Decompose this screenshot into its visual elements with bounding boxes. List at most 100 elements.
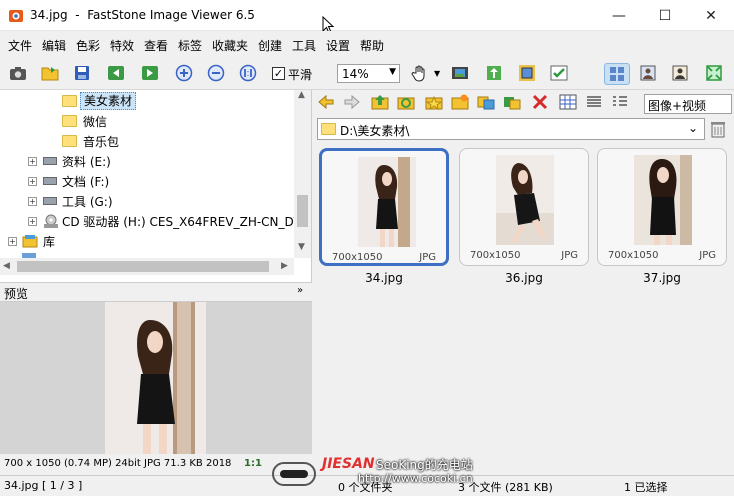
- folder-icon: [321, 123, 336, 135]
- camera-button[interactable]: [8, 63, 30, 85]
- thumbnail-format: JPG: [699, 250, 716, 261]
- folder-icon: [62, 95, 77, 107]
- filter-value: 图像+视频: [648, 99, 707, 113]
- menu-file[interactable]: 文件: [8, 37, 32, 54]
- delete-button[interactable]: [531, 94, 551, 112]
- scroll-thumb[interactable]: [17, 261, 269, 272]
- scroll-left-icon[interactable]: ◀: [3, 261, 10, 271]
- file-type-filter[interactable]: 图像+视频: [644, 94, 732, 114]
- preview-mode-button[interactable]: [638, 63, 660, 85]
- smooth-checkbox[interactable]: ✓: [272, 67, 285, 80]
- expand-icon[interactable]: +: [28, 157, 37, 166]
- expand-icon[interactable]: +: [8, 237, 17, 246]
- window-title: 34.jpg - FastStone Image Viewer 6.5: [30, 8, 255, 22]
- menu-color[interactable]: 色彩: [76, 37, 100, 54]
- zoom-value: 14%: [342, 67, 369, 81]
- scroll-up-icon[interactable]: ▲: [298, 90, 305, 100]
- tree-item-meinv[interactable]: 美女素材: [0, 91, 294, 111]
- menu-tags[interactable]: 标签: [178, 37, 202, 54]
- thumbnail-37[interactable]: 700x1050 JPG: [597, 148, 727, 266]
- crop-button[interactable]: [517, 63, 539, 85]
- path-combo[interactable]: D:\美女素材\ ⌄: [317, 118, 705, 140]
- new-folder-button[interactable]: [451, 94, 471, 112]
- watermark-brand: JIESAN: [322, 456, 375, 472]
- forward-arrow-icon: [344, 94, 360, 110]
- thumbnail-34[interactable]: 700x1050 JPG: [319, 148, 449, 266]
- thumbnail-dimensions: 700x1050: [332, 252, 383, 263]
- zoom-in-button[interactable]: [174, 63, 196, 85]
- menu-effects[interactable]: 特效: [110, 37, 134, 54]
- recycle-bin-button[interactable]: [709, 120, 727, 138]
- tree-label: 音乐包: [83, 135, 120, 149]
- scroll-down-icon[interactable]: ▼: [298, 242, 305, 252]
- hand-icon: [411, 65, 425, 82]
- back-button[interactable]: [317, 94, 337, 112]
- menu-settings[interactable]: 设置: [326, 37, 350, 54]
- list-view-button[interactable]: [585, 94, 605, 112]
- tree-item-weixin[interactable]: 微信: [0, 111, 294, 131]
- person-icon: [672, 65, 688, 81]
- copy-to-button[interactable]: [477, 94, 497, 112]
- export-icon: [487, 66, 501, 80]
- menu-edit[interactable]: 编辑: [42, 37, 66, 54]
- collapse-icon[interactable]: »: [297, 285, 303, 296]
- chevron-down-icon[interactable]: ⌄: [688, 121, 698, 135]
- zoom-out-button[interactable]: [206, 63, 228, 85]
- tree-item-cd-drive[interactable]: + CD 驱动器 (H:) CES_X64FREV_ZH-CN_DV: [0, 211, 294, 231]
- minimize-button[interactable]: —: [596, 0, 642, 31]
- menu-favorites[interactable]: 收藏夹: [212, 37, 248, 54]
- status-current-file: 34.jpg [ 1 / 3 ]: [4, 479, 83, 492]
- preview-title: 预览: [4, 287, 29, 301]
- export-button[interactable]: [484, 63, 506, 85]
- tree-horizontal-scrollbar[interactable]: ◀ ▶: [0, 258, 294, 275]
- zoom-in-icon: [175, 64, 193, 82]
- favorites-button[interactable]: [425, 94, 445, 112]
- viewer-mode-button[interactable]: [670, 63, 692, 85]
- maximize-button[interactable]: ☐: [642, 0, 688, 31]
- browser-mode-button[interactable]: [604, 63, 630, 85]
- tree-item-drive-g[interactable]: + 工具 (G:): [0, 191, 294, 211]
- previous-button[interactable]: [106, 63, 128, 85]
- slideshow-button[interactable]: [450, 63, 472, 85]
- expand-icon[interactable]: +: [28, 217, 37, 226]
- zoom-select[interactable]: 14% ▼: [337, 64, 400, 83]
- parent-folder-button[interactable]: [371, 94, 391, 112]
- save-button[interactable]: [72, 63, 94, 85]
- batch-button[interactable]: [549, 63, 571, 85]
- hand-tool-button[interactable]: [410, 63, 432, 85]
- tree-item-music[interactable]: 音乐包: [0, 131, 294, 151]
- thumbnail-36[interactable]: 700x1050 JPG: [459, 148, 589, 266]
- tree-item-drive-e[interactable]: + 资料 (E:): [0, 151, 294, 171]
- tree-item-library[interactable]: + 库: [0, 231, 294, 251]
- expand-icon[interactable]: +: [28, 177, 37, 186]
- thumbnail-image: [496, 155, 554, 245]
- checklist-icon: [550, 65, 568, 81]
- fullscreen-button[interactable]: [704, 63, 726, 85]
- menu-view[interactable]: 查看: [144, 37, 168, 54]
- scroll-right-icon[interactable]: ▶: [281, 261, 288, 271]
- next-button[interactable]: [140, 63, 162, 85]
- ratio-label[interactable]: 1:1: [244, 458, 262, 469]
- open-folder-button[interactable]: [40, 63, 62, 85]
- menu-create[interactable]: 创建: [258, 37, 282, 54]
- film-icon: [452, 67, 468, 79]
- drive-icon: [43, 157, 57, 165]
- menu-help[interactable]: 帮助: [360, 37, 384, 54]
- expand-icon[interactable]: +: [28, 197, 37, 206]
- scroll-thumb[interactable]: [297, 195, 308, 227]
- drive-icon: [43, 177, 57, 185]
- close-button[interactable]: ✕: [688, 0, 734, 31]
- move-to-button[interactable]: [503, 94, 523, 112]
- tree-vertical-scrollbar[interactable]: ▲ ▼: [294, 90, 311, 258]
- thumbnail-view-button[interactable]: [559, 94, 579, 112]
- details-view-button[interactable]: [611, 94, 631, 112]
- forward-button[interactable]: [343, 94, 363, 112]
- preview-area: [0, 302, 312, 454]
- list-icon: [587, 96, 601, 107]
- actual-size-icon: [239, 64, 257, 82]
- actual-size-button[interactable]: [238, 63, 260, 85]
- menu-tools[interactable]: 工具: [292, 37, 316, 54]
- refresh-button[interactable]: [397, 94, 417, 112]
- tree-item-drive-f[interactable]: + 文档 (F:): [0, 171, 294, 191]
- hand-dropdown-icon[interactable]: ▼: [434, 69, 440, 78]
